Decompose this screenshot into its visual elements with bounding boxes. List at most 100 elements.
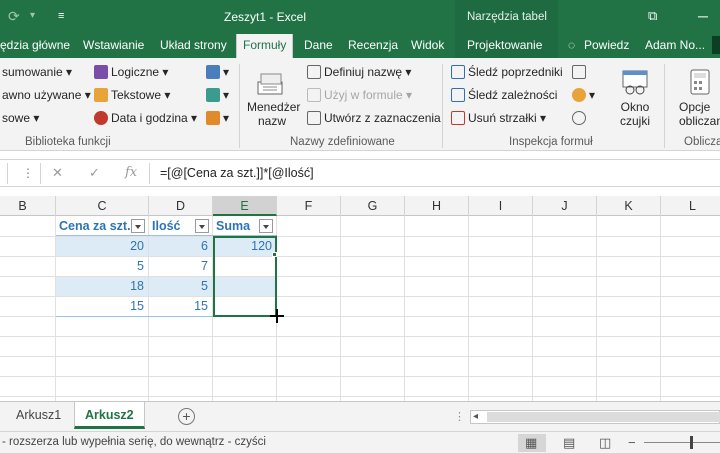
selection-range xyxy=(213,236,277,317)
column-header-k[interactable]: K xyxy=(597,196,661,216)
tab-data[interactable]: Dane xyxy=(304,38,333,52)
sheet-tab-arkusz1[interactable]: Arkusz1 xyxy=(6,402,71,429)
filter-dropdown-icon[interactable] xyxy=(259,219,273,233)
text-button[interactable]: Tekstowe ▾ xyxy=(94,88,170,102)
create-from-selection-button[interactable]: Utwórz z zaznaczenia xyxy=(307,111,441,125)
normal-view-button[interactable]: ▦ xyxy=(518,434,546,452)
define-name-button[interactable]: Definiuj nazwę ▾ xyxy=(307,65,411,79)
name-box[interactable] xyxy=(0,163,8,184)
filter-dropdown-icon[interactable] xyxy=(195,219,209,233)
column-header-h[interactable]: H xyxy=(405,196,469,216)
worksheet-grid[interactable]: B C D E F G H I J K L Cena za szt. Ilość… xyxy=(0,196,720,401)
page-layout-icon: ▤ xyxy=(563,435,576,450)
column-header-j[interactable]: J xyxy=(533,196,597,216)
evaluate-formula-icon xyxy=(572,111,586,125)
zoom-slider-knob[interactable] xyxy=(690,436,693,449)
logical-button[interactable]: Logiczne ▾ xyxy=(94,65,168,79)
window-title: Zeszyt1 - Excel xyxy=(224,10,307,24)
clock-icon xyxy=(94,111,108,125)
text-icon xyxy=(94,88,108,102)
lookup-button[interactable]: ▾ xyxy=(206,65,229,79)
trace-dependents-button[interactable]: Śledź zależności xyxy=(451,88,557,102)
table-cell[interactable]: 5 xyxy=(149,276,213,296)
insert-function-icon[interactable]: fx xyxy=(125,165,137,180)
ribbon-tabs: ędzia główne Wstawianie Układ strony For… xyxy=(0,34,720,59)
table-cell[interactable]: 5 xyxy=(56,256,149,276)
use-in-formula-button[interactable]: Użyj w formule ▾ xyxy=(307,88,412,102)
watch-window-button[interactable]: Okno czujki xyxy=(613,100,657,128)
book-icon xyxy=(94,65,108,79)
calculation-options-button[interactable]: Opcjeobliczania xyxy=(679,100,720,128)
recently-used-button[interactable]: awno używane ▾ xyxy=(2,88,91,102)
ribbon-display-icon[interactable]: ⧉ xyxy=(648,7,657,25)
trace-precedents-button[interactable]: Śledź poprzedniki xyxy=(451,65,563,79)
trace-precedents-icon xyxy=(451,65,465,79)
customize-toolbar-icon[interactable]: ≡ xyxy=(58,7,64,25)
formula-bar-grip-icon[interactable]: ⋮ xyxy=(22,166,34,180)
column-header-g[interactable]: G xyxy=(341,196,405,216)
horizontal-scrollbar[interactable]: ◂ xyxy=(470,410,720,424)
cancel-icon[interactable]: ✕ xyxy=(52,165,63,181)
filter-dropdown-icon[interactable] xyxy=(131,219,145,233)
autosum-button[interactable]: sumowanie ▾ xyxy=(2,65,72,79)
error-checking-button[interactable]: ▾ xyxy=(572,88,595,102)
sheet-tab-arkusz2[interactable]: Arkusz2 xyxy=(74,402,145,429)
show-formulas-button[interactable] xyxy=(572,65,589,79)
account-name[interactable]: Adam No... xyxy=(645,38,705,52)
table-cell[interactable]: 7 xyxy=(149,256,213,276)
more-functions-button[interactable]: ▾ xyxy=(206,111,229,125)
table-cell[interactable]: 15 xyxy=(56,296,149,316)
column-header-f[interactable]: F xyxy=(277,196,341,216)
tell-me-search[interactable]: Powiedz xyxy=(584,38,629,52)
trace-dependents-icon xyxy=(451,88,465,102)
calculator-icon xyxy=(686,68,716,96)
fill-cursor-icon xyxy=(270,309,284,323)
fill-handle[interactable] xyxy=(272,252,277,257)
context-tab-header: Narzędzia tabel xyxy=(455,0,558,34)
column-header-e[interactable]: E xyxy=(213,196,277,216)
zoom-out-icon[interactable]: − xyxy=(628,435,636,450)
column-header-i[interactable]: I xyxy=(469,196,533,216)
split-handle-icon[interactable]: ⋮ xyxy=(454,410,465,423)
financial-button[interactable]: sowe ▾ xyxy=(2,111,39,125)
scrollbar-thumb[interactable] xyxy=(487,412,720,422)
tab-formulas[interactable]: Formuły xyxy=(236,34,294,59)
column-header-c[interactable]: C xyxy=(56,196,149,216)
minimize-icon[interactable]: ─ xyxy=(698,7,708,25)
search-icon xyxy=(206,65,220,79)
evaluate-formula-button[interactable] xyxy=(572,111,589,125)
column-header-b[interactable]: B xyxy=(0,196,56,216)
add-sheet-icon[interactable]: + xyxy=(178,408,195,425)
page-layout-view-button[interactable]: ▤ xyxy=(556,434,584,452)
tab-review[interactable]: Recenzja xyxy=(348,38,398,52)
dropdown-arrow-icon[interactable]: ▾ xyxy=(30,7,35,25)
redo-icon[interactable]: ⟳ xyxy=(8,7,20,25)
remove-arrows-button[interactable]: Usuń strzałki ▾ xyxy=(451,111,546,125)
ribbon: sumowanie ▾ awno używane ▾ sowe ▾ Logicz… xyxy=(0,58,720,151)
use-in-formula-icon xyxy=(307,88,321,102)
scroll-left-icon[interactable]: ◂ xyxy=(473,411,478,423)
enter-icon[interactable]: ✓ xyxy=(89,165,100,181)
formula-input[interactable]: =[@[Cena za szt.]]*[@Ilość] xyxy=(160,166,314,180)
table-cell[interactable]: 20 xyxy=(56,236,149,256)
zoom-slider[interactable] xyxy=(644,442,720,443)
name-manager-button[interactable]: Menedżer nazw xyxy=(247,100,300,128)
create-from-selection-icon xyxy=(307,111,321,125)
tab-view[interactable]: Widok xyxy=(411,38,444,52)
table-cell[interactable]: 15 xyxy=(149,296,213,316)
sheet-tabs-bar: Arkusz1 Arkusz2 + ⋮ ◂ xyxy=(0,401,720,431)
tab-insert[interactable]: Wstawianie xyxy=(83,38,144,52)
table-cell[interactable]: 6 xyxy=(149,236,213,256)
tab-home[interactable]: ędzia główne xyxy=(0,38,70,52)
account-avatar[interactable] xyxy=(712,36,720,54)
column-headers: B C D E F G H I J K L xyxy=(0,196,720,216)
math-button[interactable]: ▾ xyxy=(206,88,229,102)
tab-page-layout[interactable]: Układ strony xyxy=(160,38,227,52)
table-cell[interactable]: 18 xyxy=(56,276,149,296)
page-break-view-button[interactable]: ◫ xyxy=(592,434,620,452)
column-header-l[interactable]: L xyxy=(661,196,720,216)
tab-design[interactable]: Projektowanie xyxy=(467,38,542,52)
date-time-button[interactable]: Data i godzina ▾ xyxy=(94,111,197,125)
page-break-icon: ◫ xyxy=(599,435,612,450)
column-header-d[interactable]: D xyxy=(149,196,213,216)
